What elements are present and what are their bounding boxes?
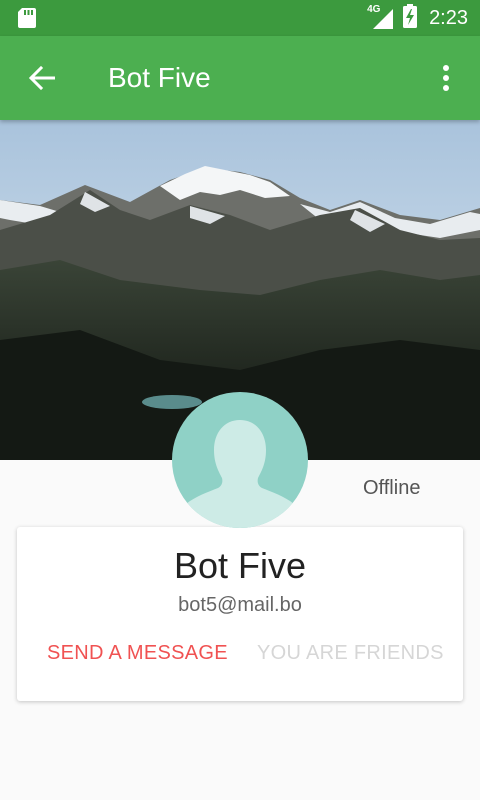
profile-card: Bot Five bot5@mail.bo SEND A MESSAGE YOU… [17,527,463,701]
app-bar: Bot Five [0,36,480,120]
person-silhouette-icon [186,420,294,528]
battery-charging-icon [403,3,418,33]
back-button[interactable] [22,58,62,98]
profile-name: Bot Five [173,545,307,586]
signal-icon: 4G [367,4,395,29]
page-title: Bot Five [108,62,211,93]
status-bar: 4G 2:23 [0,0,480,36]
presence-status: Offline [363,477,421,499]
more-vertical-icon [443,65,449,91]
avatar [172,392,308,528]
arrow-left-icon [29,66,55,90]
profile-email: bot5@mail.bo [178,594,302,616]
more-options-button[interactable] [426,58,466,98]
send-message-button[interactable]: SEND A MESSAGE [47,642,228,665]
sd-card-icon [18,8,36,28]
clock: 2:23 [429,6,468,29]
friends-status-button: YOU ARE FRIENDS [257,642,444,664]
